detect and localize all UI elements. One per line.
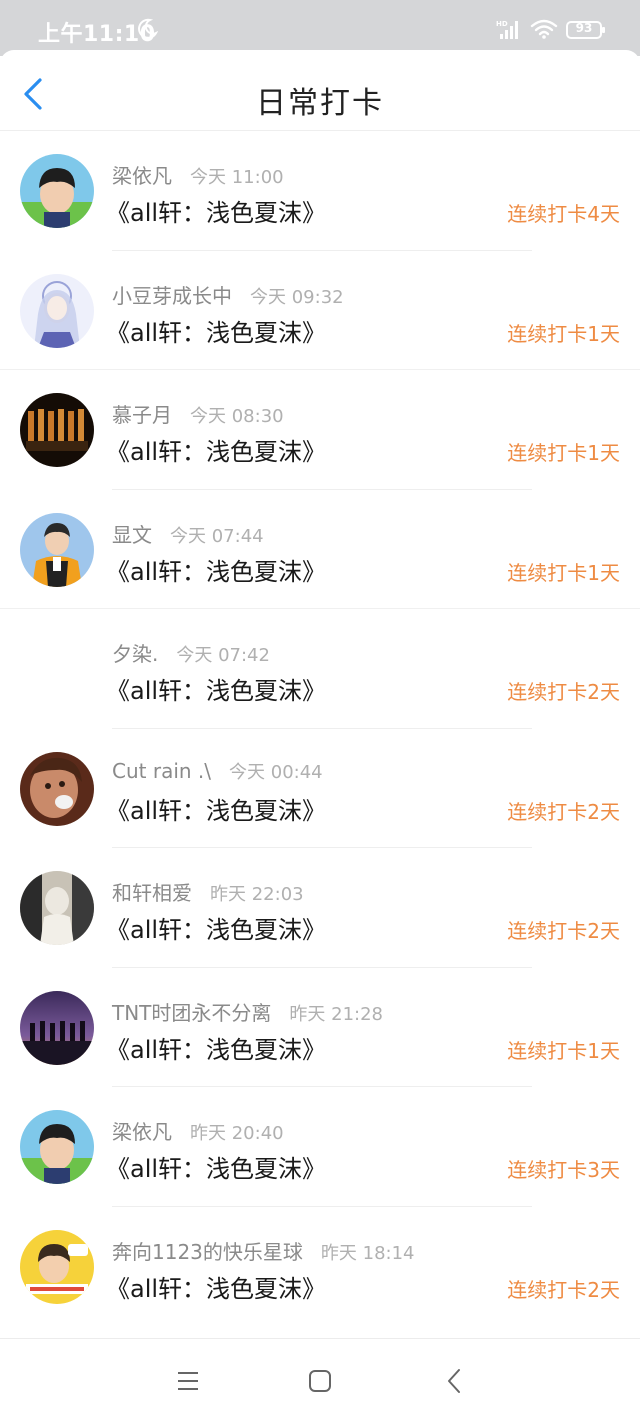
- list-item[interactable]: 奔向1123的快乐星球 昨天 18:14 《all轩：浅色夏沫》 连续打卡2天: [0, 1207, 640, 1327]
- checkin-list: 梁依凡 今天 11:00 《all轩：浅色夏沫》 连续打卡4天 小豆芽成长中 今天 …: [0, 131, 640, 1326]
- streak-label: 连续打卡1天: [507, 560, 620, 585]
- user-name[interactable]: 显文: [112, 523, 152, 547]
- moon-icon: [138, 18, 158, 39]
- list-item[interactable]: 梁依凡 今天 11:00 《all轩：浅色夏沫》 连续打卡4天: [0, 131, 640, 251]
- user-name[interactable]: 小豆芽成长中: [112, 284, 232, 308]
- post-title[interactable]: 《all轩：浅色夏沫》: [106, 432, 326, 467]
- post-title[interactable]: 《all轩：浅色夏沫》: [106, 313, 326, 348]
- post-title[interactable]: 《all轩：浅色夏沫》: [106, 1030, 326, 1065]
- list-item[interactable]: Cut rain .\ 今天 00:44 《all轩：浅色夏沫》 连续打卡2天: [0, 729, 640, 848]
- post-title[interactable]: 《all轩：浅色夏沫》: [106, 671, 326, 706]
- user-name[interactable]: 梁依凡: [112, 1120, 172, 1144]
- avatar[interactable]: [20, 1110, 94, 1184]
- streak-label: 连续打卡3天: [507, 1158, 620, 1182]
- entry-meta: 显文 今天 07:44: [112, 519, 264, 548]
- avatar[interactable]: [20, 990, 94, 1065]
- post-title[interactable]: 《all轩：浅色夏沫》: [106, 552, 326, 587]
- streak-label: 连续打卡2天: [507, 919, 620, 943]
- avatar[interactable]: [20, 751, 94, 826]
- entry-meta: TNT时团永不分离 昨天 21:28: [112, 997, 383, 1026]
- streak-label: 连续打卡1天: [507, 1038, 620, 1063]
- post-time: 昨天 22:03: [210, 884, 304, 905]
- avatar[interactable]: [20, 154, 94, 228]
- back-chevron-icon[interactable]: [444, 1367, 464, 1395]
- header: 日常打卡: [0, 50, 640, 131]
- avatar[interactable]: [20, 273, 94, 348]
- user-name[interactable]: 慕子月: [112, 403, 172, 427]
- system-nav-bar: [0, 1338, 640, 1422]
- page-title: 日常打卡: [256, 86, 384, 121]
- post-time: 昨天 21:28: [289, 1003, 384, 1025]
- home-square-icon[interactable]: [308, 1369, 332, 1393]
- streak-label: 连续打卡4天: [507, 202, 620, 226]
- post-time: 昨天 20:40: [190, 1123, 284, 1144]
- entry-meta: 慕子月 今天 08:30: [112, 399, 284, 428]
- screen: 上午11:10 HD 93 日常打卡 梁依凡 今天 11:00 《all轩：浅色…: [0, 0, 640, 1422]
- streak-label: 连续打卡2天: [507, 799, 620, 824]
- post-time: 昨天 18:14: [320, 1242, 415, 1264]
- post-title[interactable]: 《all轩：浅色夏沫》: [106, 193, 326, 228]
- entry-meta: 梁依凡 昨天 20:40: [112, 1116, 284, 1145]
- post-time: 今天 07:42: [176, 645, 270, 666]
- list-item[interactable]: 显文 今天 07:44 《all轩：浅色夏沫》 连续打卡1天: [0, 490, 640, 609]
- streak-label: 连续打卡2天: [507, 1277, 620, 1302]
- list-item[interactable]: 慕子月 今天 08:30 《all轩：浅色夏沫》 连续打卡1天: [0, 370, 640, 490]
- svg-text:HD: HD: [496, 20, 508, 28]
- streak-label: 连续打卡1天: [507, 321, 620, 346]
- post-time: 今天 09:32: [250, 286, 344, 308]
- post-time: 今天 11:00: [190, 167, 284, 188]
- post-title[interactable]: 《all轩：浅色夏沫》: [106, 910, 326, 945]
- streak-label: 连续打卡2天: [507, 680, 620, 704]
- post-time: 今天 08:30: [190, 406, 284, 427]
- entry-meta: 和轩相爱 昨天 22:03: [112, 877, 304, 906]
- status-bar: 上午11:10 HD 93: [0, 0, 640, 56]
- list-item[interactable]: 梁依凡 昨天 20:40 《all轩：浅色夏沫》 连续打卡3天: [0, 1087, 640, 1207]
- user-name[interactable]: 奔向1123的快乐星球: [112, 1240, 303, 1264]
- post-title[interactable]: 《all轩：浅色夏沫》: [106, 1149, 326, 1184]
- post-time: 今天 00:44: [229, 761, 323, 783]
- list-item[interactable]: 小豆芽成长中 今天 09:32 《all轩：浅色夏沫》 连续打卡1天: [0, 251, 640, 370]
- user-name[interactable]: TNT时团永不分离: [112, 1001, 271, 1025]
- avatar[interactable]: [20, 393, 94, 467]
- avatar[interactable]: [20, 632, 94, 706]
- post-title[interactable]: 《all轩：浅色夏沫》: [106, 1269, 326, 1304]
- avatar[interactable]: [20, 871, 94, 945]
- user-name[interactable]: Cut rain .\: [112, 759, 211, 783]
- entry-meta: 夕染. 今天 07:42: [112, 638, 270, 667]
- list-item[interactable]: TNT时团永不分离 昨天 21:28 《all轩：浅色夏沫》 连续打卡1天: [0, 968, 640, 1087]
- post-time: 今天 07:44: [170, 525, 264, 547]
- list-item[interactable]: 夕染. 今天 07:42 《all轩：浅色夏沫》 连续打卡2天: [0, 609, 640, 729]
- signal-icon: HD: [496, 20, 518, 39]
- user-name[interactable]: 和轩相爱: [112, 881, 192, 905]
- battery-level: 93: [575, 21, 593, 35]
- user-name[interactable]: 梁依凡: [112, 164, 172, 188]
- menu-icon[interactable]: [176, 1369, 200, 1393]
- streak-label: 连续打卡1天: [507, 441, 620, 465]
- entry-meta: 奔向1123的快乐星球 昨天 18:14: [112, 1236, 415, 1265]
- wifi-icon: [530, 19, 558, 39]
- user-name[interactable]: 夕染.: [112, 642, 158, 666]
- post-title[interactable]: 《all轩：浅色夏沫》: [106, 791, 326, 826]
- entry-meta: 梁依凡 今天 11:00: [112, 160, 284, 189]
- list-item[interactable]: 和轩相爱 昨天 22:03 《all轩：浅色夏沫》 连续打卡2天: [0, 848, 640, 968]
- entry-meta: 小豆芽成长中 今天 09:32: [112, 280, 344, 309]
- avatar[interactable]: [20, 1229, 94, 1304]
- avatar[interactable]: [20, 512, 94, 587]
- entry-meta: Cut rain .\ 今天 00:44: [112, 758, 323, 784]
